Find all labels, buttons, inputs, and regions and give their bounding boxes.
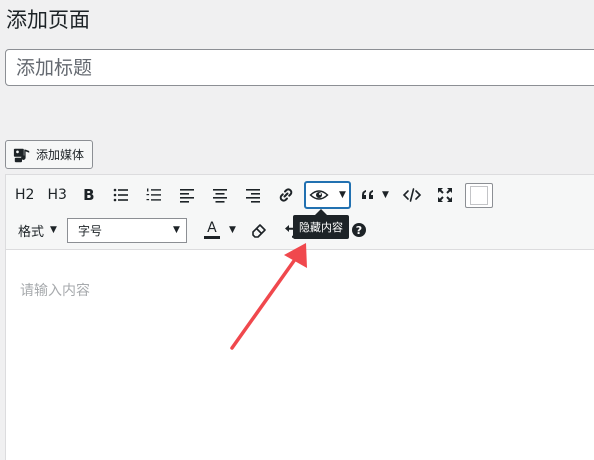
hide-content-button[interactable]: ▼ <box>303 181 351 209</box>
toolbar-row-1: H2 H3 B ▼ ▼ <box>10 180 496 210</box>
format-dropdown[interactable]: 格式 ▼ <box>10 216 63 244</box>
code-button[interactable] <box>397 181 427 209</box>
align-center-button[interactable] <box>205 181 235 209</box>
blockquote-button[interactable]: ▼ <box>354 181 394 209</box>
align-center-icon <box>212 189 227 203</box>
chevron-down-icon: ▼ <box>338 190 346 200</box>
chevron-down-icon: ▼ <box>173 225 180 235</box>
link-button[interactable] <box>271 181 301 209</box>
bold-button[interactable]: B <box>75 181 103 209</box>
align-right-button[interactable] <box>238 181 268 209</box>
fullscreen-button[interactable] <box>430 181 460 209</box>
heading3-button[interactable]: H3 <box>42 181 71 209</box>
svg-text:?: ? <box>356 224 362 237</box>
fullscreen-icon <box>437 188 452 202</box>
align-left-button[interactable] <box>172 181 202 209</box>
heading2-button[interactable]: H2 <box>10 181 39 209</box>
eye-icon <box>309 190 329 200</box>
numbered-list-icon <box>146 188 161 201</box>
add-media-button[interactable]: 添加媒体 <box>5 140 94 169</box>
font-size-select[interactable]: 字号 ▼ <box>66 217 187 243</box>
align-right-icon <box>245 189 260 203</box>
add-media-label: 添加媒体 <box>36 148 85 162</box>
text-color-icon: A <box>203 221 220 239</box>
bullet-list-icon <box>113 188 128 202</box>
align-left-icon <box>179 189 194 203</box>
toolbar-toggle-button[interactable] <box>464 182 493 208</box>
format-label: 格式 <box>18 224 45 240</box>
chevron-down-icon: ▼ <box>381 190 389 200</box>
hide-content-tooltip: 隐藏内容 <box>293 209 349 239</box>
text-color-button[interactable]: A ▼ <box>199 216 241 244</box>
font-size-label: 字号 <box>77 223 102 238</box>
media-icon <box>13 148 30 162</box>
page-title: 添加页面 <box>6 8 90 32</box>
editor-content-placeholder[interactable]: 请输入内容 <box>20 280 90 300</box>
chevron-down-icon: ▼ <box>229 225 236 235</box>
quote-icon <box>361 190 373 199</box>
code-icon <box>402 188 422 202</box>
title-input[interactable] <box>5 49 594 86</box>
link-icon <box>279 188 293 202</box>
eraser-icon <box>252 224 266 238</box>
numbered-list-button[interactable] <box>139 181 169 209</box>
help-icon: ? <box>351 223 366 237</box>
chevron-down-icon: ▼ <box>50 225 57 235</box>
toolbar-toggle-icon <box>469 185 488 205</box>
clear-formatting-button[interactable] <box>244 216 274 244</box>
bullet-list-button[interactable] <box>106 181 136 209</box>
